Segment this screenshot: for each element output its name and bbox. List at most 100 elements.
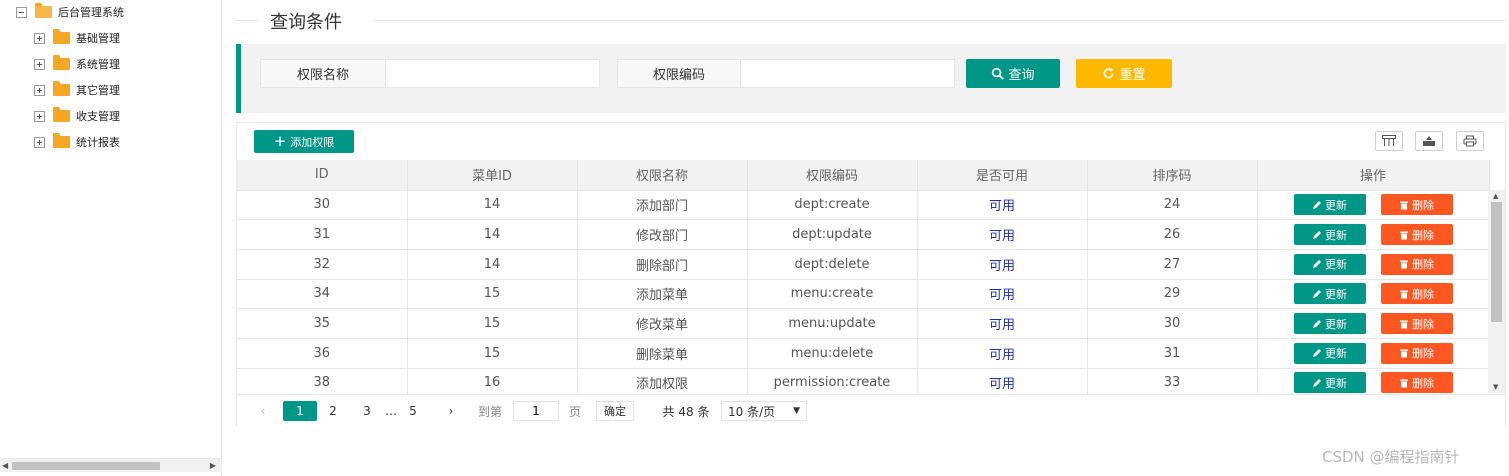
edit-button-label: 更新 <box>1325 376 1347 390</box>
page-link[interactable]: 3 <box>356 401 378 421</box>
trash-icon <box>1400 379 1408 388</box>
permission-table-card: + 添加权限 ID 菜单ID 权限名称 权限编码 是否可用 排序码 操作 30 14 添加部门 d… <box>236 122 1506 426</box>
edit-button[interactable]: 更新 <box>1293 372 1366 394</box>
expand-icon[interactable] <box>34 84 45 96</box>
tree-node[interactable]: 基础管理 <box>34 29 120 47</box>
prev-page-icon[interactable]: ‹ <box>255 401 271 421</box>
tree-node[interactable]: 系统管理 <box>34 55 120 73</box>
scrollbar-thumb[interactable] <box>12 462 160 470</box>
edit-button[interactable]: 更新 <box>1293 253 1366 275</box>
scrollbar-thumb[interactable] <box>1491 202 1502 322</box>
query-panel: 权限名称 权限编码 查询 重置 <box>236 44 1506 113</box>
column-header: 操作 <box>1257 160 1490 191</box>
edit-button-label: 更新 <box>1325 317 1347 331</box>
table-cell: 15 <box>407 279 578 310</box>
horizontal-scrollbar[interactable]: ◀ ▶ <box>0 458 222 472</box>
table-cell: 30 <box>237 190 408 221</box>
delete-button[interactable]: 删除 <box>1380 283 1453 305</box>
scroll-right-icon[interactable]: ▶ <box>210 461 216 470</box>
permission-code-input[interactable] <box>741 59 955 88</box>
trash-icon <box>1400 320 1408 329</box>
search-button[interactable]: 查询 <box>966 59 1060 88</box>
actions-cell: 更新 删除 <box>1257 308 1490 339</box>
edit-button-label: 更新 <box>1325 228 1347 242</box>
columns-filter-button[interactable] <box>1375 131 1403 151</box>
table-cell: 27 <box>1087 249 1258 280</box>
search-button-label: 查询 <box>1008 68 1035 83</box>
table-cell: 36 <box>237 338 408 369</box>
table-cell: 添加部门 <box>577 190 748 221</box>
table-cell: 15 <box>407 338 578 369</box>
expand-icon[interactable] <box>34 110 45 122</box>
sidebar-tree: 后台管理系统 基础管理系统管理其它管理收支管理统计报表 ◀ ▶ <box>0 0 222 476</box>
next-page-icon[interactable]: › <box>443 401 459 421</box>
page-current[interactable]: 1 <box>283 401 317 421</box>
tree-node[interactable]: 统计报表 <box>34 133 120 151</box>
print-button[interactable] <box>1456 131 1484 151</box>
column-header: 菜单ID <box>407 160 578 191</box>
goto-page-input[interactable] <box>513 401 559 421</box>
actions-cell: 更新 删除 <box>1257 279 1490 310</box>
scroll-down-icon[interactable]: ▼ <box>1493 383 1498 391</box>
print-icon <box>1463 135 1477 147</box>
delete-button[interactable]: 删除 <box>1380 372 1453 394</box>
delete-button[interactable]: 删除 <box>1380 313 1453 335</box>
table-cell: 29 <box>1087 279 1258 310</box>
add-permission-button[interactable]: + 添加权限 <box>254 130 354 153</box>
tree-root[interactable]: 后台管理系统 <box>16 3 124 21</box>
query-section-header: 查询条件 <box>236 8 1506 33</box>
table-cell: menu:create <box>747 279 918 310</box>
page-size-select[interactable]: 10 条/页 ▼ <box>721 401 807 421</box>
table-cell: 可用 <box>917 279 1088 310</box>
edit-button[interactable]: 更新 <box>1293 313 1366 335</box>
pagination: ‹ 1 2 3 … 5 › 到第 页 确定 共 48 条 10 条/页 ▼ <box>237 394 1505 426</box>
add-permission-label: 添加权限 <box>290 135 335 149</box>
table-cell: menu:delete <box>747 338 918 369</box>
permission-name-label: 权限名称 <box>260 59 386 88</box>
expand-icon[interactable] <box>34 136 45 148</box>
edit-button[interactable]: 更新 <box>1293 283 1366 305</box>
tree-node[interactable]: 收支管理 <box>34 107 120 125</box>
actions-cell: 更新 删除 <box>1257 219 1490 250</box>
folder-open-icon <box>35 3 52 18</box>
table-header-row: ID 菜单ID 权限名称 权限编码 是否可用 排序码 操作 <box>237 160 1490 191</box>
table-cell: 可用 <box>917 190 1088 221</box>
page-link[interactable]: 5 <box>402 401 424 421</box>
scroll-left-icon[interactable]: ◀ <box>2 461 8 470</box>
reset-button-label: 重置 <box>1119 68 1146 83</box>
edit-button[interactable]: 更新 <box>1293 224 1366 246</box>
reset-button[interactable]: 重置 <box>1076 59 1172 88</box>
delete-button[interactable]: 删除 <box>1380 253 1453 275</box>
delete-button-label: 删除 <box>1412 347 1434 361</box>
delete-button[interactable]: 删除 <box>1380 224 1453 246</box>
search-icon <box>992 67 1005 80</box>
vertical-scrollbar[interactable]: ▲ ▼ <box>1488 190 1505 393</box>
page-link[interactable]: 2 <box>322 401 344 421</box>
edit-button[interactable]: 更新 <box>1293 342 1366 364</box>
scroll-up-icon[interactable]: ▲ <box>1493 192 1498 200</box>
goto-confirm-button[interactable]: 确定 <box>596 401 634 421</box>
table-cell: 30 <box>1087 308 1258 339</box>
export-button[interactable] <box>1415 131 1443 151</box>
expand-icon[interactable] <box>34 58 45 70</box>
permission-name-input[interactable] <box>386 59 600 88</box>
table-cell: 删除菜单 <box>577 338 748 369</box>
export-icon <box>1423 136 1435 146</box>
table-cell: 31 <box>1087 338 1258 369</box>
delete-button[interactable]: 删除 <box>1380 194 1453 216</box>
delete-button-label: 删除 <box>1412 376 1434 390</box>
expand-icon[interactable] <box>34 32 45 44</box>
table-cell: 14 <box>407 249 578 280</box>
table-cell: 可用 <box>917 219 1088 250</box>
tree-node-label: 统计报表 <box>76 136 120 149</box>
delete-button-label: 删除 <box>1412 317 1434 331</box>
edit-button[interactable]: 更新 <box>1293 194 1366 216</box>
collapse-icon[interactable] <box>16 6 27 18</box>
edit-button-label: 更新 <box>1325 347 1347 361</box>
delete-button-label: 删除 <box>1412 228 1434 242</box>
table-row: 35 15 修改菜单 menu:update 可用 30 更新 删除 <box>237 308 1490 339</box>
table-cell: 14 <box>407 190 578 221</box>
tree-node[interactable]: 其它管理 <box>34 81 120 99</box>
delete-button[interactable]: 删除 <box>1380 342 1453 364</box>
page-size-value: 10 条/页 <box>728 404 776 419</box>
